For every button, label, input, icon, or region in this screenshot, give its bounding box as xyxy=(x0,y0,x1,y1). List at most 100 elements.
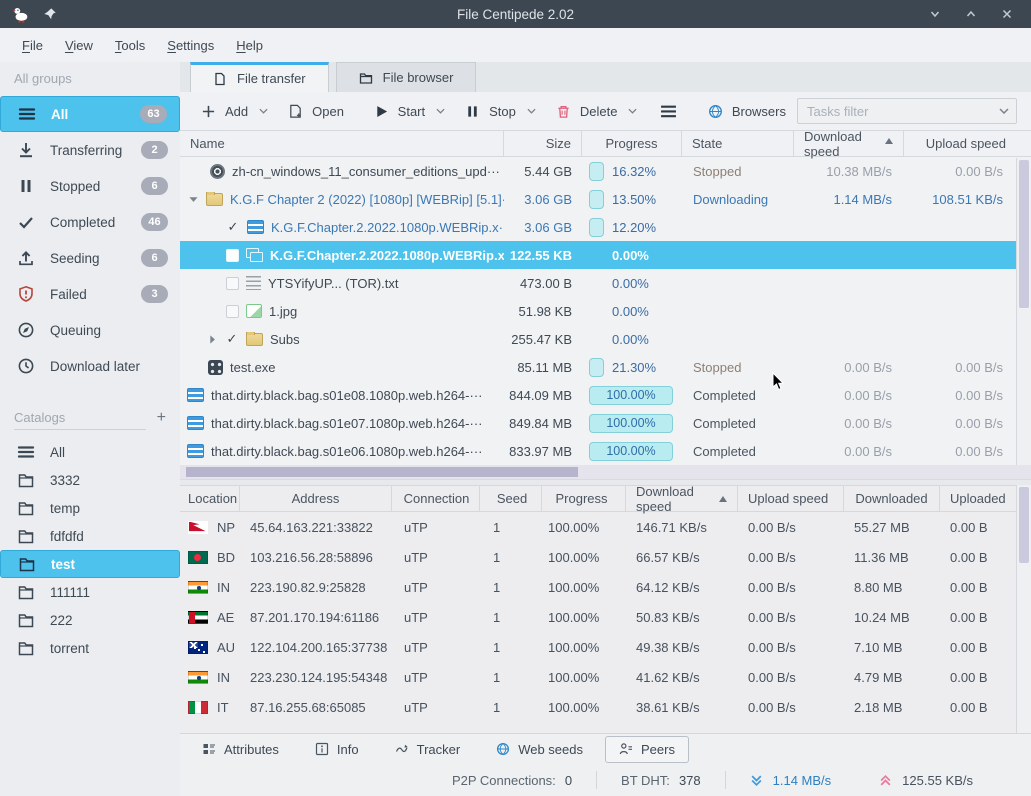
checkbox[interactable] xyxy=(226,277,239,290)
sidebar-item-completed[interactable]: Completed46 xyxy=(0,204,180,240)
menu-bar: FileViewToolsSettingsHelp xyxy=(0,28,1031,62)
size-cell: 849.84 MB xyxy=(504,416,582,431)
vertical-scrollbar[interactable] xyxy=(1016,485,1031,733)
tab-attributes[interactable]: Attributes xyxy=(188,736,293,763)
sidebar-item-seeding[interactable]: Seeding6 xyxy=(0,240,180,276)
tasks-filter-input[interactable] xyxy=(798,104,992,119)
tab-tracker[interactable]: Tracker xyxy=(381,736,475,763)
menu-item-tools[interactable]: Tools xyxy=(105,33,155,58)
column-header-connection[interactable]: Connection xyxy=(392,486,480,511)
download-speed-cell: 10.38 MB/s xyxy=(794,164,904,179)
downloaded-cell: 7.10 MB xyxy=(844,640,940,655)
peer-row[interactable]: IT87.16.255.68:65085uTP1100.00%38.61 KB/… xyxy=(180,692,1031,722)
column-header-upload-speed[interactable]: Upload speed xyxy=(738,486,844,511)
column-header-uploaded[interactable]: Uploaded xyxy=(940,486,1016,511)
scrollbar-thumb[interactable] xyxy=(1019,487,1029,563)
transfer-row[interactable]: that.dirty.black.bag.s01e08.1080p.web.h2… xyxy=(180,381,1031,409)
state-cell: Completed xyxy=(682,388,794,403)
expander-right-icon xyxy=(207,334,218,345)
menu-item-view[interactable]: View xyxy=(55,33,103,58)
upload-speed-cell: 0.00 B/s xyxy=(738,640,844,655)
tab-info[interactable]: Info xyxy=(301,736,373,763)
transfer-row[interactable]: K.G.F.Chapter.2.2022.1080p.WEBRip.x···3.… xyxy=(180,213,1031,241)
catalog-item-test[interactable]: test xyxy=(0,550,180,578)
trash-icon xyxy=(556,104,571,119)
checkbox[interactable] xyxy=(226,305,239,318)
horizontal-scrollbar[interactable] xyxy=(180,465,1031,479)
column-header-size[interactable]: Size xyxy=(504,131,582,156)
progress-bar: 100.00% xyxy=(589,386,673,405)
sidebar-item-queuing[interactable]: Queuing xyxy=(0,312,180,348)
peer-row[interactable]: IN223.190.82.9:25828uTP1100.00%64.12 KB/… xyxy=(180,572,1031,602)
column-header-download-speed[interactable]: Download speed xyxy=(794,131,904,156)
column-header-seed[interactable]: Seed xyxy=(480,486,542,511)
minimize-button[interactable] xyxy=(929,8,941,20)
menu-item-file[interactable]: File xyxy=(12,33,53,58)
column-header-name[interactable]: Name xyxy=(180,131,504,156)
catalog-item-fdfdfd[interactable]: fdfdfd xyxy=(0,522,180,550)
sidebar-item-download-later[interactable]: Download later xyxy=(0,348,180,384)
transfer-row[interactable]: test.exe85.11 MB21.30%Stopped0.00 B/s0.0… xyxy=(180,353,1031,381)
column-header-progress[interactable]: Progress xyxy=(582,131,682,156)
catalog-item-111111[interactable]: 111111 xyxy=(0,578,180,606)
peer-row[interactable]: IN223.230.124.195:54348uTP1100.00%41.62 … xyxy=(180,662,1031,692)
delete-button[interactable]: Delete xyxy=(547,98,647,125)
catalog-item-torrent[interactable]: torrent xyxy=(0,634,180,662)
tab-file-browser[interactable]: File browser xyxy=(336,62,477,92)
transfer-row[interactable]: K.G.F Chapter 2 (2022) [1080p] [WEBRip] … xyxy=(180,185,1031,213)
catalog-item-temp[interactable]: temp xyxy=(0,494,180,522)
peer-row[interactable]: NP45.64.163.221:33822uTP1100.00%146.71 K… xyxy=(180,512,1031,542)
tab-file-transfer[interactable]: File transfer xyxy=(190,62,329,92)
column-header-address[interactable]: Address xyxy=(240,486,392,511)
transfer-row[interactable]: Subs255.47 KB0.00% xyxy=(180,325,1031,353)
scrollbar-thumb[interactable] xyxy=(186,467,578,477)
tab-web-seeds[interactable]: Web seeds xyxy=(482,736,597,763)
checkbox[interactable] xyxy=(226,249,239,262)
pin-icon[interactable] xyxy=(43,7,57,21)
download-speed-cell: 38.61 KB/s xyxy=(626,700,738,715)
chevron-down-icon[interactable] xyxy=(992,99,1016,123)
column-header-upload-speed[interactable]: Upload speed xyxy=(904,131,1016,156)
peer-row[interactable]: AE87.201.170.194:61186uTP1100.00%50.83 K… xyxy=(180,602,1031,632)
column-header-downloaded[interactable]: Downloaded xyxy=(844,486,940,511)
catalog-item-3332[interactable]: 3332 xyxy=(0,466,180,494)
catalog-item-222[interactable]: 222 xyxy=(0,606,180,634)
sidebar-item-transferring[interactable]: Transferring2 xyxy=(0,132,180,168)
open-button[interactable]: Open xyxy=(279,98,353,125)
column-header-state[interactable]: State xyxy=(682,131,794,156)
transfer-row[interactable]: that.dirty.black.bag.s01e07.1080p.web.h2… xyxy=(180,409,1031,437)
sidebar-item-failed[interactable]: Failed3 xyxy=(0,276,180,312)
scrollbar-thumb[interactable] xyxy=(1019,160,1029,308)
start-button[interactable]: Start xyxy=(365,98,454,125)
maximize-button[interactable] xyxy=(965,8,977,20)
checkbox[interactable] xyxy=(225,332,239,346)
sidebar-item-stopped[interactable]: Stopped6 xyxy=(0,168,180,204)
sidebar-item-all[interactable]: All63 xyxy=(0,96,180,132)
checkbox[interactable] xyxy=(226,220,240,234)
catalog-item-all[interactable]: All xyxy=(0,438,180,466)
catalog-item-label: test xyxy=(51,557,75,572)
subtitle-icon xyxy=(246,248,263,262)
stop-button[interactable]: Stop xyxy=(456,98,545,125)
flag-it-icon xyxy=(188,701,208,714)
transfer-row[interactable]: K.G.F.Chapter.2.2022.1080p.WEBRip.x···12… xyxy=(180,241,1031,269)
menu-item-settings[interactable]: Settings xyxy=(157,33,224,58)
peer-row[interactable]: AU122.104.200.165:37738uTP1100.00%49.38 … xyxy=(180,632,1031,662)
transfer-row[interactable]: that.dirty.black.bag.s01e06.1080p.web.h2… xyxy=(180,437,1031,465)
column-header-location[interactable]: Location xyxy=(180,486,240,511)
vertical-scrollbar[interactable] xyxy=(1016,158,1031,465)
add-catalog-button[interactable]: + xyxy=(157,412,166,424)
transfer-row[interactable]: YTSYifyUP... (TOR).txt473.00 B0.00% xyxy=(180,269,1031,297)
more-menu-button[interactable] xyxy=(654,98,685,125)
tab-peers[interactable]: Peers xyxy=(605,736,689,763)
column-header-progress[interactable]: Progress xyxy=(542,486,626,511)
column-header-download-speed[interactable]: Download speed xyxy=(626,486,738,511)
peer-row[interactable]: BD103.216.56.28:58896uTP1100.00%66.57 KB… xyxy=(180,542,1031,572)
globe-icon xyxy=(708,104,723,119)
transfer-row[interactable]: zh-cn_windows_11_consumer_editions_upd··… xyxy=(180,157,1031,185)
add-button[interactable]: Add xyxy=(192,98,277,125)
menu-item-help[interactable]: Help xyxy=(226,33,273,58)
close-button[interactable] xyxy=(1001,8,1013,20)
browsers-button[interactable]: Browsers xyxy=(699,98,795,125)
transfer-row[interactable]: 1.jpg51.98 KB0.00% xyxy=(180,297,1031,325)
